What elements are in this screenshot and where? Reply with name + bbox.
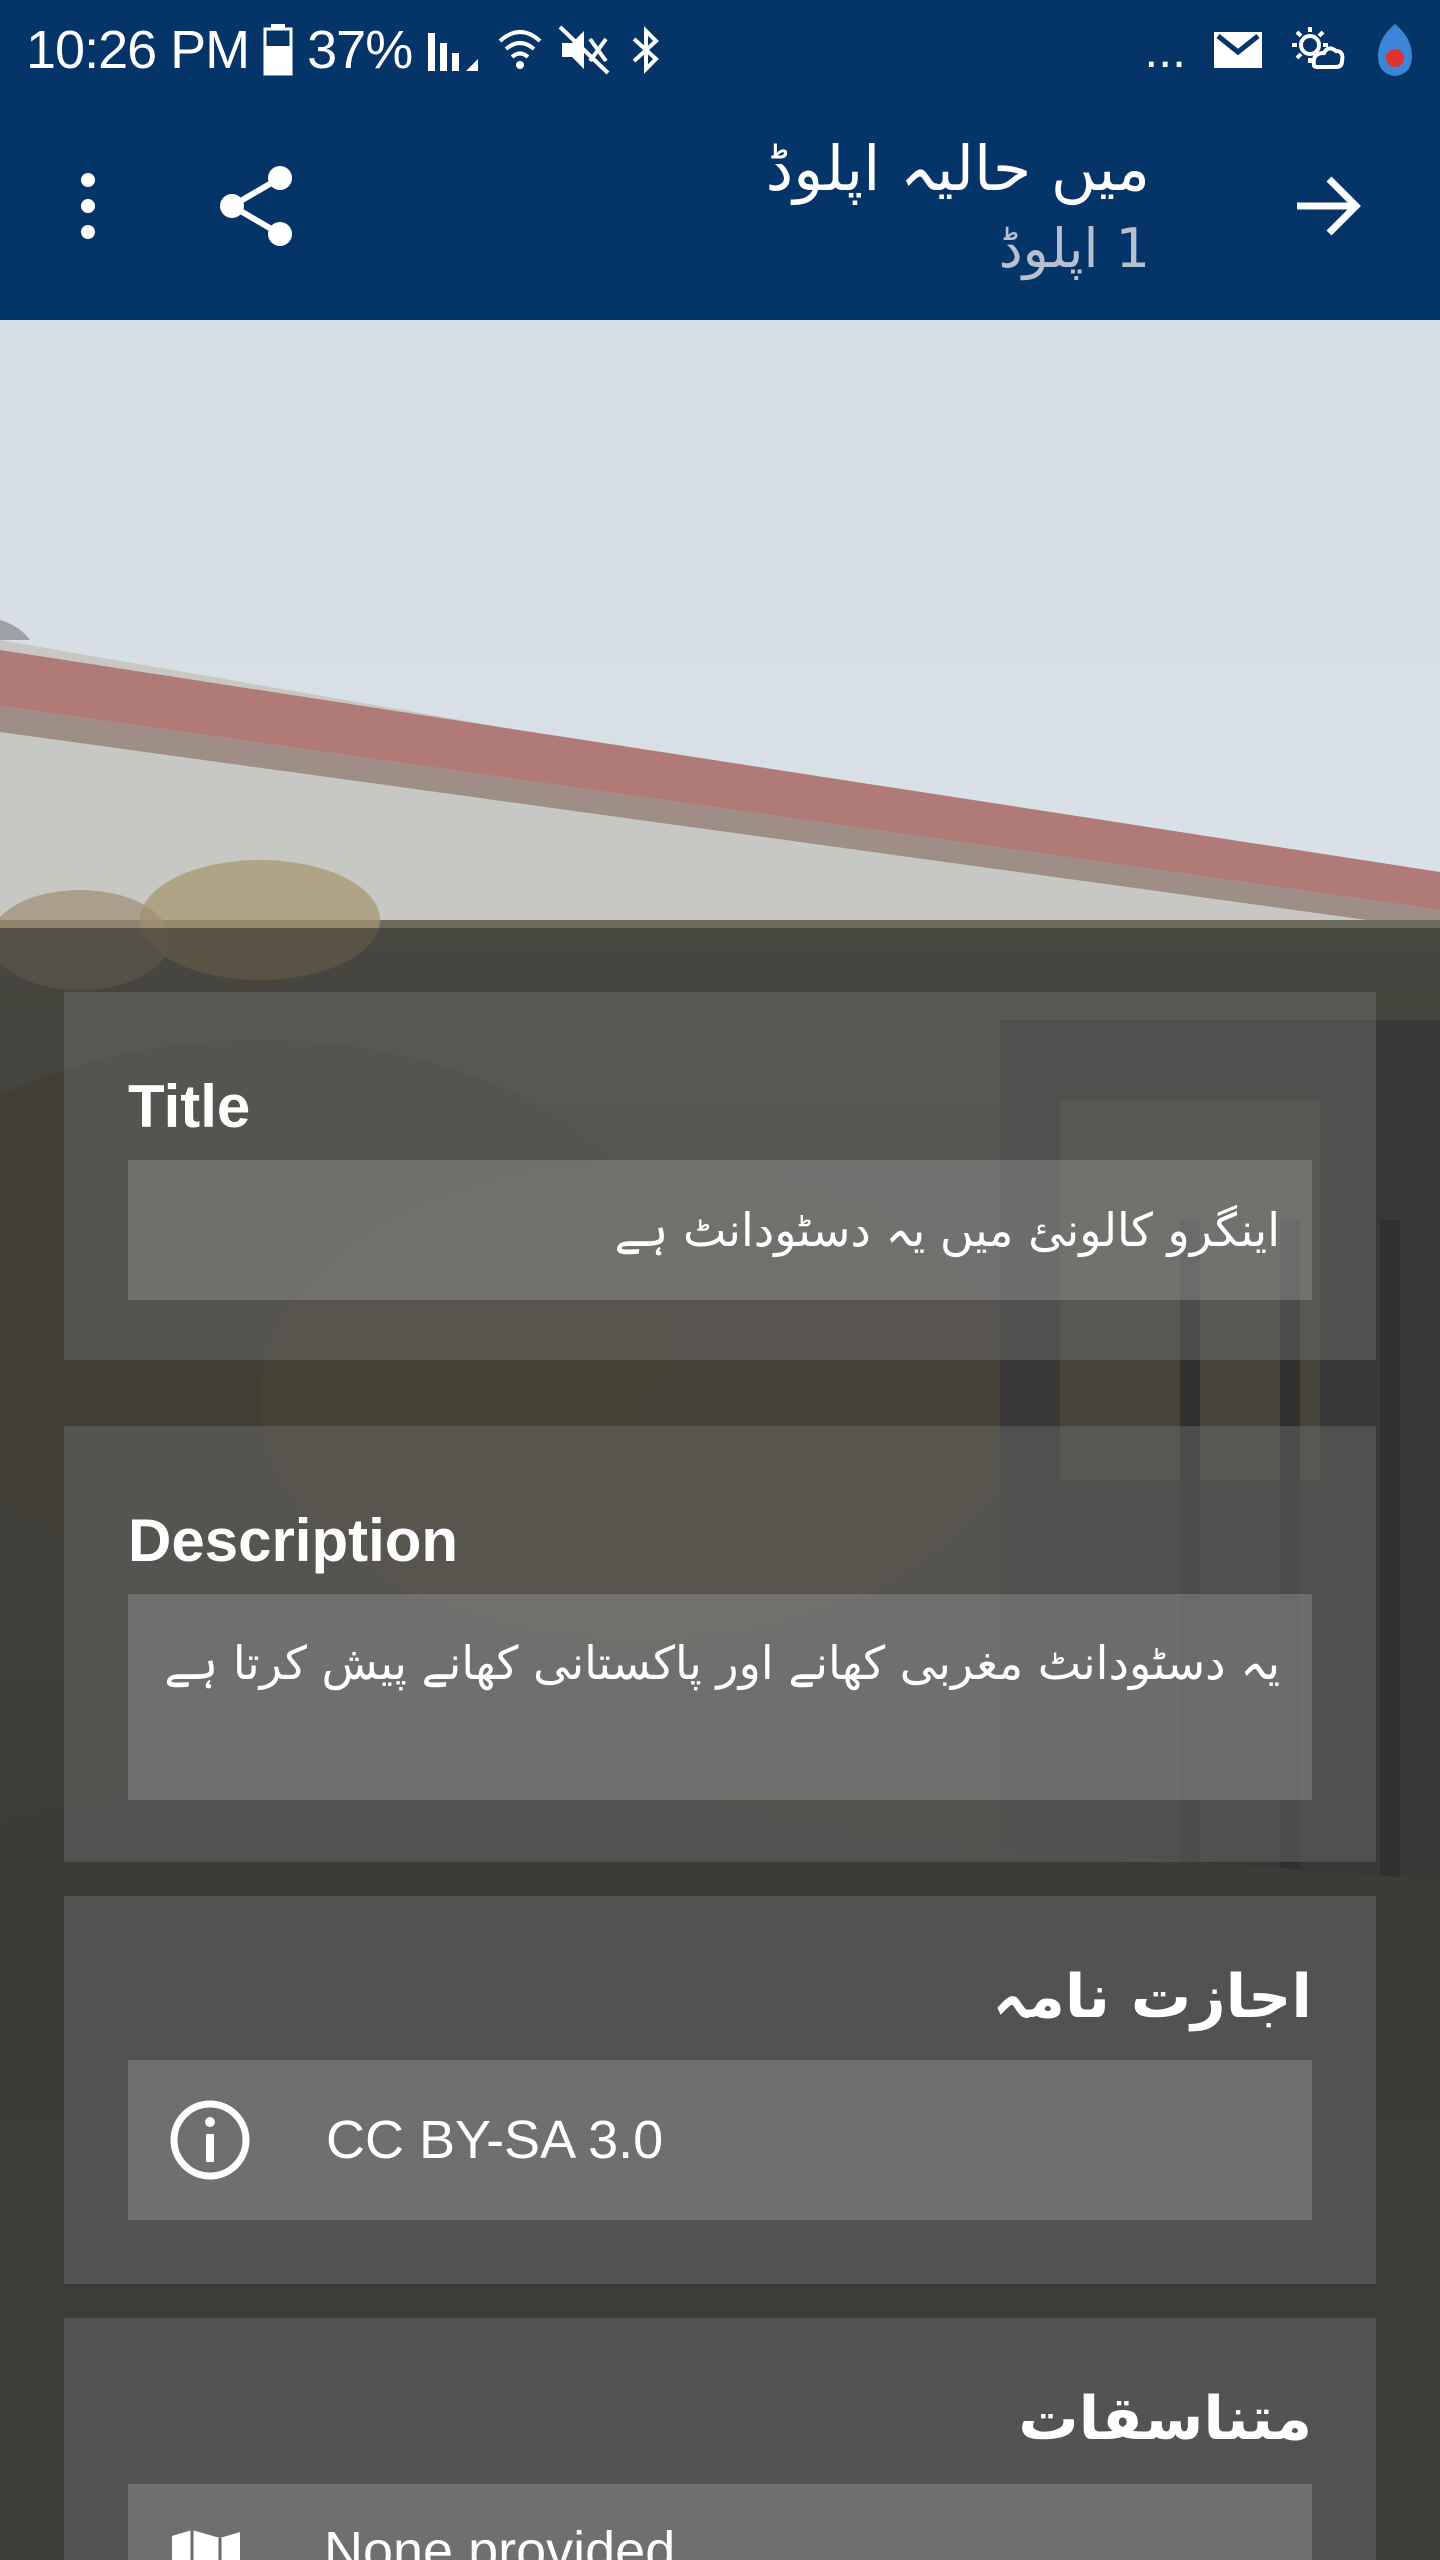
- toolbar-title-block: میں حالیہ اپلوڈ 1 اپلوڈ: [766, 124, 1150, 284]
- app-toolbar: میں حالیہ اپلوڈ 1 اپلوڈ: [0, 100, 1440, 320]
- share-button[interactable]: [196, 148, 316, 268]
- bluetooth-icon: [628, 25, 664, 75]
- license-label: اجازت نامہ: [992, 1962, 1312, 2032]
- info-icon: [168, 2098, 252, 2182]
- page-subtitle: 1 اپلوڈ: [998, 217, 1150, 280]
- coordinates-field[interactable]: None provided: [128, 2484, 1312, 2560]
- gmail-icon: [1212, 30, 1264, 70]
- status-bar: 10:26 PM 37% ...: [0, 0, 1440, 100]
- mute-icon: [558, 25, 614, 75]
- more-vert-icon: [78, 172, 98, 245]
- page-title: میں حالیہ اپلوڈ: [765, 132, 1150, 205]
- description-label: Description: [128, 1507, 459, 1574]
- license-card: اجازت نامہ CC BY-SA 3.0: [64, 1896, 1376, 2284]
- forward-button[interactable]: [1268, 148, 1388, 268]
- more-options-button[interactable]: [28, 148, 148, 268]
- coordinates-label: متناسقات: [1018, 2384, 1312, 2454]
- license-field[interactable]: CC BY-SA 3.0: [128, 2060, 1312, 2220]
- description-field[interactable]: یہ دسٹودانٹ مغربی کھانے اور پاکستانی کھا…: [128, 1594, 1312, 1800]
- wifi-icon: [496, 25, 544, 75]
- title-value: اینگرو کالونئ میں یہ دسٹودانٹ ہے: [614, 1203, 1280, 1257]
- title-label: Title: [128, 1073, 251, 1140]
- coordinates-card: متناسقات None provided: [64, 2318, 1376, 2560]
- share-icon: [216, 164, 296, 253]
- title-field[interactable]: اینگرو کالونئ میں یہ دسٹودانٹ ہے: [128, 1160, 1312, 1300]
- title-card: Title اینگرو کالونئ میں یہ دسٹودانٹ ہے: [64, 992, 1376, 1360]
- battery-icon: [263, 24, 293, 76]
- signal-icon: [426, 27, 482, 73]
- weather-icon: [1290, 25, 1346, 75]
- arrow-forward-icon: [1293, 173, 1363, 244]
- commons-app-icon: [1372, 22, 1418, 78]
- description-value: یہ دسٹودانٹ مغربی کھانے اور پاکستانی کھا…: [164, 1636, 1280, 1690]
- battery-percent: 37%: [307, 20, 413, 80]
- status-time: 10:26 PM: [26, 20, 250, 80]
- coordinates-value: None provided: [324, 2521, 676, 2560]
- status-overflow: ...: [1144, 22, 1186, 78]
- license-value: CC BY-SA 3.0: [326, 2110, 664, 2170]
- description-card: Description یہ دسٹودانٹ مغربی کھانے اور …: [64, 1426, 1376, 1862]
- map-icon: [168, 2526, 244, 2560]
